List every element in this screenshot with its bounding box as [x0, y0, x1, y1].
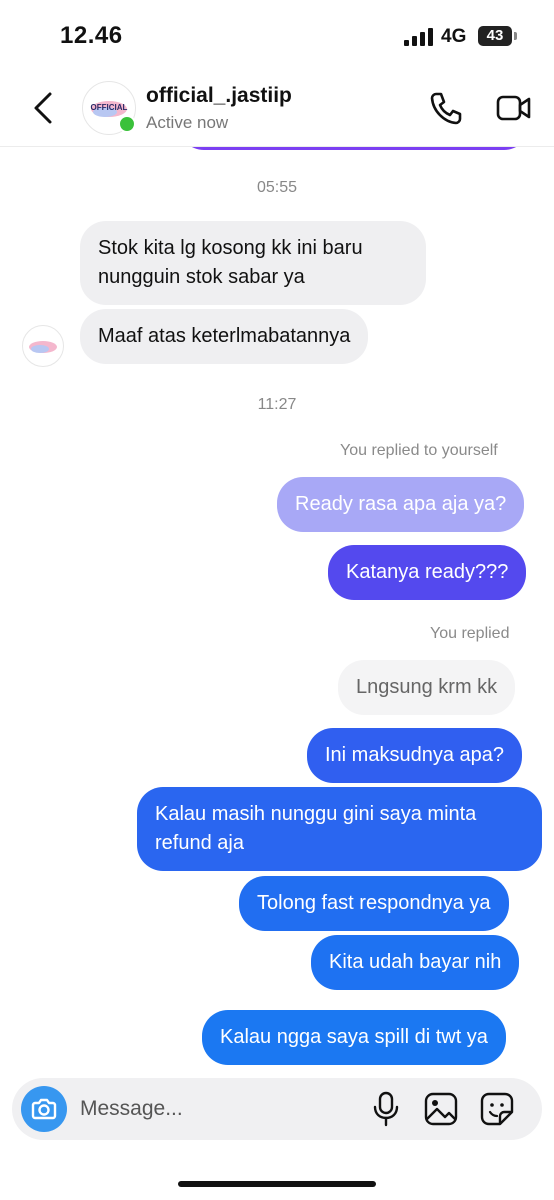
- contact-avatar[interactable]: OFFICIAL: [82, 81, 136, 135]
- reply-context-label: You replied to yourself: [340, 442, 498, 459]
- message-bubble-incoming[interactable]: Maaf atas keterlmabatannya: [80, 309, 369, 364]
- message-bubble-outgoing[interactable]: Kalau ngga saya spill di twt ya: [202, 1010, 506, 1065]
- status-bar: 12.46 4G 43: [0, 0, 554, 72]
- contact-name[interactable]: official_.jastiip: [146, 84, 292, 108]
- message-bubble-incoming[interactable]: Stok kita lg kosong kk ini baru nungguin…: [80, 221, 426, 305]
- camera-button[interactable]: [21, 1086, 67, 1132]
- message-composer: [12, 1078, 542, 1140]
- phone-icon[interactable]: [428, 90, 464, 126]
- chat-header: OFFICIAL official_.jastiip Active now: [0, 72, 554, 147]
- cellular-signal-icon: [404, 28, 433, 46]
- message-bubble-outgoing[interactable]: Ini maksudnya apa?: [307, 728, 523, 783]
- message-bubble-outgoing[interactable]: Katanya ready???: [328, 545, 527, 600]
- logo-icon: [29, 341, 57, 353]
- message-bubble-outgoing[interactable]: Kalau masih nunggu gini saya minta refun…: [137, 787, 542, 871]
- svg-text:OFFICIAL: OFFICIAL: [91, 103, 128, 112]
- message-input[interactable]: [80, 1086, 330, 1132]
- message-bubble-outgoing[interactable]: Kita udah bayar nih: [311, 935, 520, 990]
- status-time: 12.46: [60, 22, 123, 49]
- network-type: 4G: [441, 26, 467, 47]
- video-camera-icon[interactable]: [496, 92, 532, 124]
- image-icon[interactable]: [424, 1092, 458, 1126]
- sticker-icon[interactable]: [480, 1092, 514, 1126]
- home-indicator[interactable]: [178, 1181, 376, 1187]
- sender-avatar: [22, 325, 64, 367]
- message-bubble-outgoing[interactable]: Tolong fast respondnya ya: [239, 876, 509, 931]
- contact-status: Active now: [146, 113, 229, 132]
- timestamp: 11:27: [257, 396, 297, 413]
- quoted-message-bubble[interactable]: Lngsung krm kk: [338, 660, 516, 715]
- chevron-left-icon[interactable]: [28, 90, 60, 126]
- online-status-dot: [118, 115, 136, 133]
- battery-indicator: 43: [478, 26, 517, 46]
- camera-icon: [31, 1098, 57, 1120]
- quoted-message-bubble[interactable]: Ready rasa apa aja ya?: [277, 477, 525, 532]
- microphone-icon[interactable]: [372, 1091, 400, 1127]
- timestamp: 05:55: [256, 179, 298, 196]
- reply-context-label: You replied: [430, 625, 510, 642]
